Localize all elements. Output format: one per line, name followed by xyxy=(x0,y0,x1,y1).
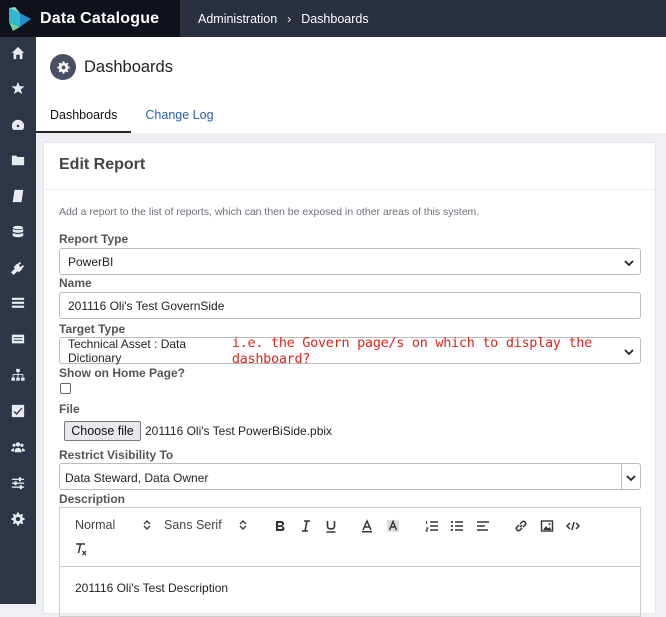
editor-toolbar: Normal Sans Serif xyxy=(60,508,640,567)
name-value: 201116 Oli's Test GovernSide xyxy=(68,298,225,313)
format-value: Normal xyxy=(75,518,116,532)
image-icon[interactable] xyxy=(539,518,555,534)
file-name: 201116 Oli's Test PowerBiSide.pbix xyxy=(145,424,333,438)
users-icon[interactable] xyxy=(10,439,26,455)
description-editor[interactable]: Normal Sans Serif 201116 Oli's Test Desc… xyxy=(59,507,641,617)
list-icon[interactable] xyxy=(10,295,26,311)
name-label: Name xyxy=(59,276,92,290)
page-title: Dashboards xyxy=(84,58,173,76)
breadcrumb-administration[interactable]: Administration xyxy=(198,12,277,26)
report-type-value: PowerBI xyxy=(68,254,114,269)
divider xyxy=(44,189,655,190)
restrict-visibility-select[interactable]: Data Steward, Data Owner xyxy=(59,463,641,490)
bold-icon[interactable] xyxy=(272,518,288,534)
divider xyxy=(621,464,622,489)
database-icon[interactable] xyxy=(10,224,26,240)
target-type-label: Target Type xyxy=(59,322,126,336)
dashboard-icon[interactable] xyxy=(10,117,26,133)
target-type-select[interactable]: Technical Asset : Data Dictionary i.e. t… xyxy=(59,334,641,367)
align-icon[interactable] xyxy=(475,518,491,534)
code-icon[interactable] xyxy=(565,518,581,534)
ordered-list-icon[interactable] xyxy=(424,518,440,534)
font-value: Sans Serif xyxy=(164,518,222,532)
chevron-down-icon xyxy=(624,346,634,356)
home-icon[interactable] xyxy=(10,45,26,61)
top-bar: Data Catalogue Administration › Dashboar… xyxy=(0,0,666,37)
brand[interactable]: Data Catalogue xyxy=(0,0,180,37)
underline-icon[interactable] xyxy=(323,518,339,534)
chevron-down-icon[interactable] xyxy=(626,472,636,482)
card-heading: Edit Report xyxy=(59,156,146,173)
show-on-home-label: Show on Home Page? xyxy=(59,366,186,380)
sitemap-icon[interactable] xyxy=(10,367,26,383)
format-chevron-icon xyxy=(142,519,152,531)
app-title: Data Catalogue xyxy=(40,9,160,27)
link-icon[interactable] xyxy=(513,518,529,534)
tab-dashboards[interactable]: Dashboards xyxy=(36,98,132,133)
gear-icon[interactable] xyxy=(10,511,26,527)
edit-report-card: Edit Report Add a report to the list of … xyxy=(44,143,655,617)
form-description: Add a report to the list of reports, whi… xyxy=(59,206,480,218)
restrict-visibility-label: Restrict Visibility To xyxy=(59,448,174,462)
star-icon[interactable] xyxy=(10,80,26,96)
folder-icon[interactable] xyxy=(10,152,26,168)
name-input[interactable]: 201116 Oli's Test GovernSide xyxy=(59,292,641,319)
font-select[interactable]: Sans Serif xyxy=(164,516,222,534)
background-color-icon[interactable] xyxy=(385,518,401,534)
description-label: Description xyxy=(59,492,126,506)
font-chevron-icon xyxy=(238,519,248,531)
report-type-label: Report Type xyxy=(59,232,129,246)
app-logo-icon xyxy=(9,6,31,31)
breadcrumb-chevron-icon: › xyxy=(287,11,292,26)
book-icon[interactable] xyxy=(10,188,26,204)
id-card-icon[interactable] xyxy=(10,331,26,347)
breadcrumb: Administration › Dashboards xyxy=(198,0,369,37)
sidebar xyxy=(0,37,36,604)
bullet-list-icon[interactable] xyxy=(449,518,465,534)
description-content[interactable]: 201116 Oli's Test Description xyxy=(75,581,228,595)
font-color-icon[interactable] xyxy=(359,518,375,534)
tab-change-log[interactable]: Change Log xyxy=(131,98,227,133)
restrict-visibility-value: Data Steward, Data Owner xyxy=(65,471,209,485)
report-type-select[interactable]: PowerBI xyxy=(59,248,641,275)
italic-icon[interactable] xyxy=(298,518,314,534)
target-type-note: i.e. the Govern page/s on which to displ… xyxy=(231,334,592,367)
sliders-icon[interactable] xyxy=(10,475,26,491)
clear-format-icon[interactable] xyxy=(73,541,89,557)
plug-icon[interactable] xyxy=(10,260,26,276)
page-gear-icon xyxy=(50,54,76,80)
chevron-down-icon xyxy=(624,257,634,267)
check-square-icon[interactable] xyxy=(10,403,26,419)
choose-file-button[interactable]: Choose file xyxy=(64,421,141,441)
breadcrumb-dashboards: Dashboards xyxy=(301,11,369,26)
format-select[interactable]: Normal xyxy=(75,516,115,534)
target-type-value: Technical Asset : Data Dictionary xyxy=(68,336,187,365)
file-label: File xyxy=(59,402,80,416)
show-on-home-checkbox[interactable] xyxy=(60,383,71,394)
tab-bar: Dashboards Change Log xyxy=(36,98,228,133)
